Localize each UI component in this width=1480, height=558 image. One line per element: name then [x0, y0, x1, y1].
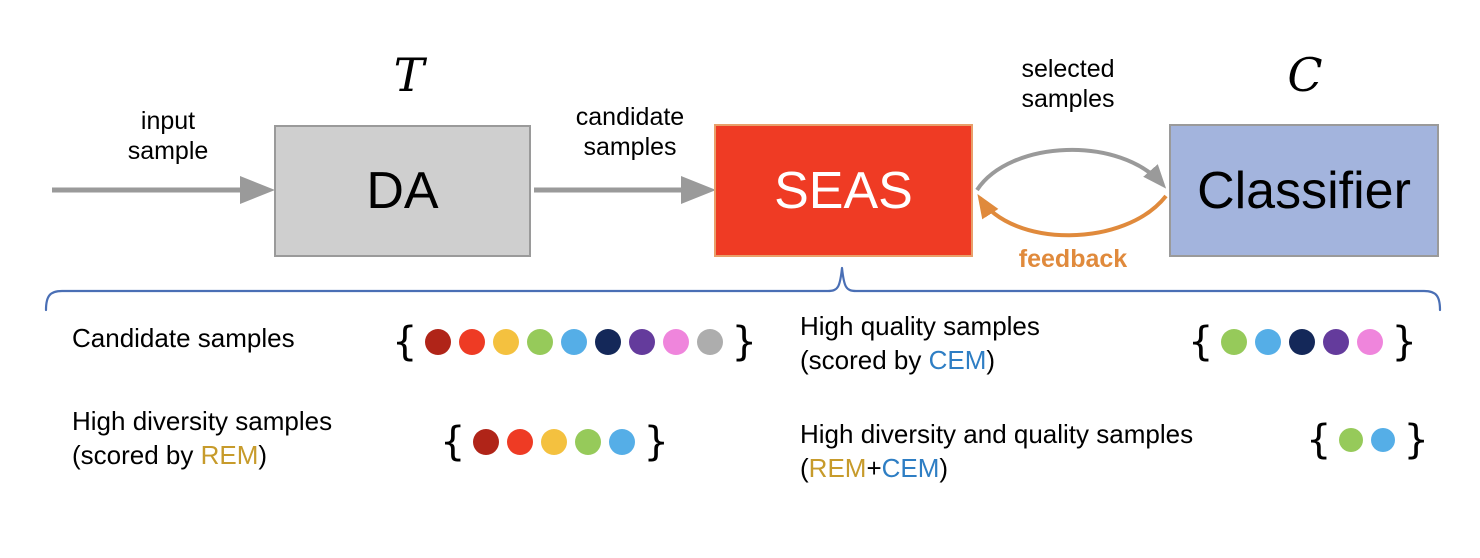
da-model-letter: T — [393, 48, 425, 102]
input-sample-label-line1: input — [140, 107, 196, 135]
legend-high-diversity-quality-line2: (REM+CEM) — [800, 452, 1193, 486]
sample-dot — [493, 329, 520, 355]
seas-box-label: SEAS — [774, 161, 913, 220]
cem-tag: CEM — [928, 344, 987, 375]
sample-dot — [629, 329, 656, 355]
legend-high-quality-dots: { } — [1188, 322, 1417, 362]
arrow-feedback — [977, 193, 1168, 238]
legend-candidate-samples-text: Candidate samples — [72, 322, 295, 356]
legend-high-diversity-line1: High diversity samples — [72, 406, 333, 436]
selected-samples-label-line1: selected — [1021, 55, 1115, 83]
sample-dot — [1255, 329, 1282, 355]
legend-high-diversity-quality-dots: { } — [1306, 420, 1429, 460]
brace-open: { — [440, 419, 466, 465]
legend-candidate-samples-dots: { } — [392, 322, 757, 362]
seas-box[interactable]: SEAS — [714, 124, 973, 257]
legend-brace — [44, 266, 1442, 312]
da-box-label: DA — [366, 162, 439, 220]
candidate-samples-label: candidate samples — [540, 103, 720, 162]
selected-samples-label: selected samples — [988, 55, 1148, 114]
scored-by-prefix: (scored by — [800, 344, 929, 375]
sample-dot — [541, 429, 568, 455]
sample-dot — [1339, 428, 1364, 452]
candidate-samples-label-line1: candidate — [575, 103, 685, 131]
selected-samples-label-line2: samples — [1021, 84, 1115, 113]
scored-by-prefix: (scored by — [72, 439, 201, 470]
classifier-box[interactable]: Classifier — [1169, 124, 1439, 257]
classifier-model-letter: C — [1287, 48, 1323, 102]
legend-high-diversity-quality-line1: High diversity and quality samples — [800, 419, 1194, 449]
candidate-samples-label-line2: samples — [583, 132, 677, 161]
brace-close: } — [1391, 319, 1417, 365]
sample-dot — [663, 329, 690, 355]
sample-dot — [1221, 329, 1248, 355]
brace-close: } — [731, 319, 757, 365]
legend-high-diversity-quality-text: High diversity and quality samples (REM+… — [800, 418, 1193, 486]
legend-high-quality-line1: High quality samples — [800, 311, 1040, 341]
rem-tag: REM — [808, 452, 867, 483]
brace-open: { — [1306, 417, 1332, 463]
feedback-label: feedback — [1018, 245, 1128, 273]
legend-high-diversity-dots: { } — [440, 422, 669, 462]
paren-open: ( — [800, 452, 809, 483]
legend-high-quality-line2: (scored by CEM) — [800, 344, 1040, 378]
arrow-selected-samples — [975, 148, 1167, 192]
diagram-canvas: T DA SEAS C Classifier input sample cand… — [0, 0, 1480, 558]
brace-close: } — [643, 419, 669, 465]
sample-dot — [507, 429, 534, 455]
paren-close: ) — [939, 452, 949, 483]
legend-high-quality-text: High quality samples (scored by CEM) — [800, 310, 1040, 378]
sample-dot — [1371, 428, 1396, 452]
da-box[interactable]: DA — [274, 125, 531, 257]
sample-dot — [1323, 329, 1350, 355]
rem-tag: REM — [200, 439, 259, 470]
scored-by-suffix: ) — [258, 439, 268, 470]
sample-dot — [697, 329, 724, 355]
cem-tag: CEM — [881, 452, 940, 483]
sample-dot — [527, 329, 554, 355]
classifier-box-label: Classifier — [1197, 161, 1411, 220]
scored-by-suffix: ) — [986, 344, 996, 375]
sample-dot — [595, 329, 622, 355]
sample-dot — [459, 329, 486, 355]
sample-dot — [1289, 329, 1316, 355]
legend-high-diversity-text: High diversity samples (scored by REM) — [72, 405, 332, 473]
plus-sign: + — [866, 452, 882, 483]
sample-dot — [473, 429, 500, 455]
sample-dot — [609, 429, 636, 455]
brace-close: } — [1403, 417, 1429, 463]
sample-dot — [561, 329, 588, 355]
input-sample-label: input sample — [88, 107, 248, 166]
input-sample-label-line2: sample — [127, 136, 209, 165]
arrow-overlay — [44, 148, 1442, 312]
sample-dot — [425, 329, 452, 355]
legend-high-diversity-line2: (scored by REM) — [72, 439, 332, 473]
sample-dot — [1357, 329, 1384, 355]
brace-open: { — [1188, 319, 1214, 365]
legend-candidate-samples-line1: Candidate samples — [72, 323, 295, 353]
brace-open: { — [392, 319, 418, 365]
sample-dot — [575, 429, 602, 455]
